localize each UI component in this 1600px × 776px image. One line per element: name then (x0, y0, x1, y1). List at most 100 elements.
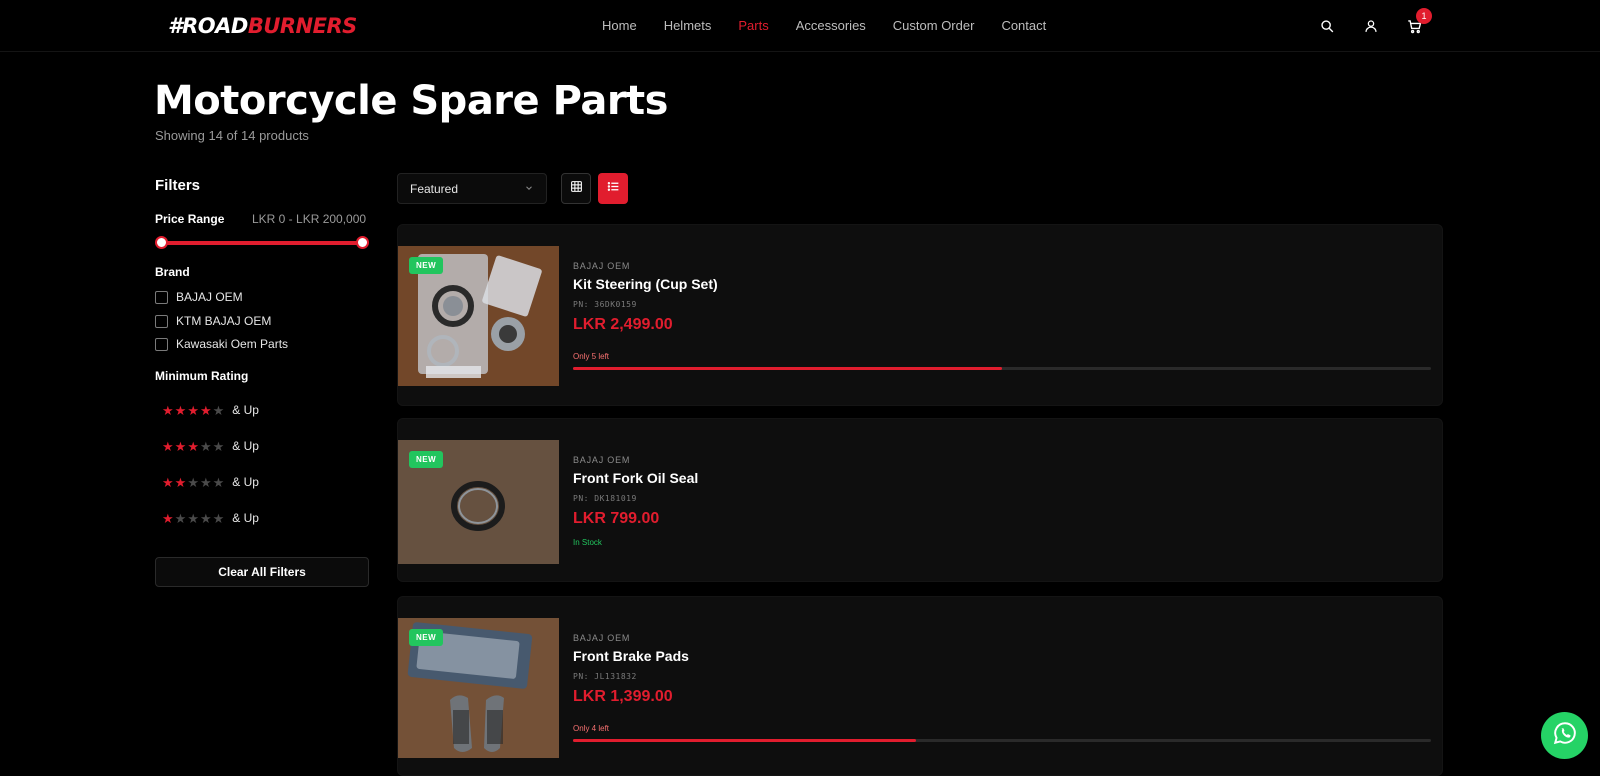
brand-option-bajaj-oem[interactable]: BAJAJ OEM (155, 290, 243, 304)
rating-option-2-up[interactable]: ★ ★ ★ ★ ★ & Up (162, 475, 259, 489)
search-icon[interactable] (1318, 17, 1336, 35)
brand-option-label: BAJAJ OEM (176, 290, 243, 304)
product-brand: BAJAJ OEM (573, 633, 631, 643)
star-icon: ★ (187, 438, 199, 454)
checkbox[interactable] (155, 337, 168, 351)
product-title[interactable]: Front Fork Oil Seal (573, 470, 698, 486)
rating-option-3-up[interactable]: ★ ★ ★ ★ ★ & Up (162, 439, 259, 453)
product-part-number: PN: DK181019 (573, 494, 637, 503)
star-icon: ★ (199, 402, 212, 418)
rating-option-4-up[interactable]: ★ ★ ★ ★ ★ & Up (162, 403, 259, 417)
star-icon: ★ (199, 474, 212, 490)
star-icon: ★ (187, 474, 199, 490)
rating-option-1-up[interactable]: ★ ★ ★ ★ ★ & Up (162, 511, 259, 525)
stock-progress-bar (573, 739, 1431, 742)
price-slider-max-handle[interactable] (356, 236, 369, 249)
product-card[interactable]: NEW BAJAJ OEM Front Brake Pads PN: JL131… (397, 596, 1443, 776)
nav-accessories[interactable]: Accessories (796, 18, 866, 33)
product-title[interactable]: Front Brake Pads (573, 648, 689, 664)
product-brand: BAJAJ OEM (573, 455, 631, 465)
star-icon: ★ (174, 402, 187, 418)
rating-option-label: & Up (232, 403, 259, 417)
grid-view-button[interactable] (561, 173, 591, 204)
logo-suffix: BURNERS (247, 14, 357, 38)
star-icon: ★ (174, 510, 187, 526)
filters-heading: Filters (155, 177, 201, 194)
rating-filter-label: Minimum Rating (155, 369, 249, 383)
rating-option-label: & Up (232, 511, 259, 525)
star-icon: ★ (187, 510, 199, 526)
results-count: Showing 14 of 14 products (155, 128, 309, 143)
brand-option-kawasaki-oem-parts[interactable]: Kawasaki Oem Parts (155, 337, 288, 351)
nav-home[interactable]: Home (602, 18, 637, 33)
price-slider-track[interactable] (161, 241, 363, 245)
star-rating: ★ ★ ★ ★ ★ (162, 476, 224, 489)
page-title: Motorcycle Spare Parts (154, 78, 668, 124)
list-view-button[interactable] (598, 173, 628, 204)
star-icon: ★ (212, 438, 225, 454)
product-card[interactable]: NEW BAJAJ OEM Front Fork Oil Seal PN: DK… (397, 418, 1443, 582)
stock-progress-bar (573, 367, 1431, 370)
sort-selected-value: Featured (410, 181, 459, 196)
product-card[interactable]: NEW BAJAJ OEM Kit Steering (Cup Set) PN:… (397, 224, 1443, 406)
chevron-down-icon (524, 182, 534, 196)
checkbox[interactable] (155, 314, 168, 328)
brand-option-label: Kawasaki Oem Parts (176, 337, 289, 351)
price-range-value: LKR 0 - LKR 200,000 (252, 212, 367, 226)
product-image[interactable]: NEW (398, 618, 559, 758)
grid-icon (570, 180, 583, 198)
star-icon: ★ (212, 402, 225, 418)
star-rating: ★ ★ ★ ★ ★ (162, 440, 224, 453)
stock-progress-fill (573, 367, 1002, 370)
star-icon: ★ (162, 438, 174, 454)
product-image[interactable]: NEW (398, 246, 559, 386)
price-range-label: Price Range (155, 212, 225, 226)
star-rating: ★ ★ ★ ★ ★ (162, 404, 224, 417)
nav-helmets[interactable]: Helmets (664, 18, 712, 33)
rating-option-label: & Up (232, 475, 259, 489)
product-part-number: PN: JL131832 (573, 672, 637, 681)
whatsapp-chat-button[interactable] (1541, 712, 1588, 759)
product-image[interactable]: NEW (398, 440, 559, 564)
main-nav: Home Helmets Parts Accessories Custom Or… (602, 18, 1046, 33)
logo[interactable]: #ROADBURNERS (168, 14, 357, 38)
list-icon (607, 180, 620, 198)
star-rating: ★ ★ ★ ★ ★ (162, 512, 224, 525)
product-price: LKR 2,499.00 (573, 316, 673, 333)
product-brand: BAJAJ OEM (573, 261, 631, 271)
stock-status: Only 5 left (573, 352, 610, 361)
checkbox[interactable] (155, 290, 168, 304)
new-badge: NEW (409, 451, 444, 468)
product-price: LKR 1,399.00 (573, 688, 673, 705)
stock-status: Only 4 left (573, 724, 610, 733)
stock-progress-fill (573, 739, 917, 742)
star-icon: ★ (174, 474, 187, 490)
star-icon: ★ (162, 510, 174, 526)
cart-count-badge: 1 (1416, 8, 1432, 24)
star-icon: ★ (199, 510, 212, 526)
sort-select[interactable]: Featured (397, 173, 547, 204)
new-badge: NEW (409, 257, 444, 274)
star-icon: ★ (212, 474, 225, 490)
star-icon: ★ (187, 402, 199, 418)
star-icon: ★ (212, 510, 225, 526)
user-icon[interactable] (1362, 17, 1380, 35)
whatsapp-icon (1552, 720, 1578, 751)
price-slider-min-handle[interactable] (155, 236, 168, 249)
brand-option-ktm-bajaj-oem[interactable]: KTM BAJAJ OEM (155, 314, 271, 328)
nav-parts[interactable]: Parts (738, 18, 768, 33)
star-icon: ★ (174, 438, 187, 454)
site-header: #ROADBURNERS Home Helmets Parts Accessor… (0, 0, 1600, 52)
product-part-number: PN: 36DK0159 (573, 300, 637, 309)
nav-custom-order[interactable]: Custom Order (893, 18, 975, 33)
brand-filter-label: Brand (155, 265, 190, 279)
star-icon: ★ (199, 438, 212, 454)
nav-contact[interactable]: Contact (1001, 18, 1046, 33)
stock-status: In Stock (573, 538, 602, 547)
clear-filters-button[interactable]: Clear All Filters (155, 557, 369, 587)
brand-option-label: KTM BAJAJ OEM (176, 314, 272, 328)
product-title[interactable]: Kit Steering (Cup Set) (573, 276, 718, 292)
rating-option-label: & Up (232, 439, 259, 453)
star-icon: ★ (162, 402, 174, 418)
logo-prefix: #ROAD (168, 14, 248, 38)
